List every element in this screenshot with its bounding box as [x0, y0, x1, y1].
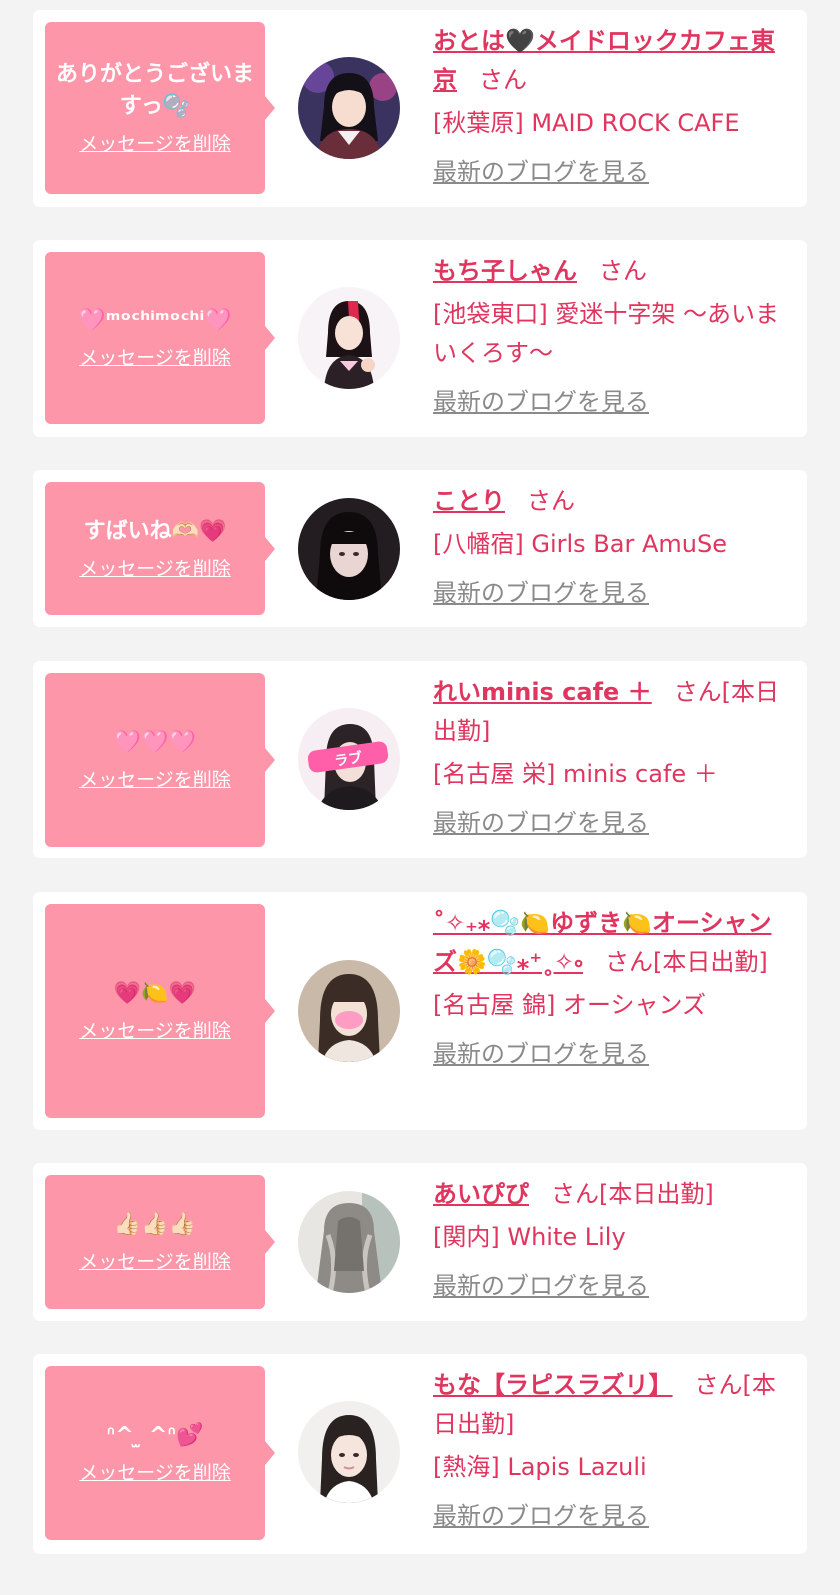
delete-message-link[interactable]: メッセージを削除	[79, 767, 231, 793]
avatar-photo-6	[298, 1191, 400, 1293]
avatar[interactable]	[298, 57, 400, 159]
latest-blog-link[interactable]: 最新のブログを見る	[433, 1035, 785, 1074]
cast-name-link[interactable]: もち子しゃん	[433, 257, 577, 285]
cast-name-line: ˚✧₊⁎🫧🍋ゆずき🍋オーシャンズ🌼🫧⁎⁺˳✧༚ さん[本日出勤]	[433, 904, 785, 982]
shop-info: [八幡宿] Girls Bar AmuSe	[433, 530, 727, 558]
message-text: 🩷ᵐᵒᶜʰⁱᵐᵒᶜʰⁱ🩷	[78, 308, 232, 333]
cast-name-link[interactable]: ことり	[433, 487, 505, 515]
cast-info: ことり さん [八幡宿] Girls Bar AmuSe 最新のブログを見る	[433, 482, 785, 613]
honorific: さん	[527, 487, 575, 515]
message-card: ありがとうございますっ🫧 メッセージを削除 おとは🖤メイドロックカフェ東京 さん …	[33, 10, 807, 207]
cast-name-line: もち子しゃん さん	[433, 252, 785, 291]
message-bubble: すばいね🫶🏻💗 メッセージを削除	[45, 482, 275, 615]
cast-name-link[interactable]: れいminis cafe ＋	[433, 678, 652, 706]
message-card: 👍🏻👍🏻👍🏻 メッセージを削除 あいぴぴ さん[本日出勤] [関内] White …	[33, 1163, 807, 1321]
latest-blog-link[interactable]: 最新のブログを見る	[433, 1497, 785, 1536]
delete-message-link[interactable]: メッセージを削除	[79, 1249, 231, 1275]
honorific: さん	[479, 66, 527, 94]
message-bubble: 💗🍋💗 メッセージを削除	[45, 904, 275, 1118]
message-text: ᐢ^ ̫ ^ᐢ💕	[106, 1423, 204, 1448]
avatar-photo-4: ラブ	[298, 708, 400, 810]
cast-info: あいぴぴ さん[本日出勤] [関内] White Lily 最新のブログを見る	[433, 1175, 785, 1306]
message-text: 💗🍋💗	[113, 981, 197, 1006]
shop-info: [名古屋 栄] minis cafe ＋	[433, 760, 718, 788]
avatar[interactable]: ラブ	[298, 708, 400, 810]
cast-name-line: あいぴぴ さん[本日出勤]	[433, 1175, 785, 1214]
latest-blog-link[interactable]: 最新のブログを見る	[433, 574, 785, 613]
message-text: すばいね🫶🏻💗	[83, 518, 227, 544]
cast-info: おとは🖤メイドロックカフェ東京 さん [秋葉原] MAID ROCK CAFE 最…	[433, 22, 785, 192]
shop-info: [名古屋 錦] オーシャンズ	[433, 991, 707, 1019]
shop-info: [池袋東口] 愛迷十字架 〜あいまいくろす〜	[433, 300, 779, 367]
delete-message-link[interactable]: メッセージを削除	[79, 345, 231, 371]
latest-blog-link[interactable]: 最新のブログを見る	[433, 804, 785, 843]
delete-message-link[interactable]: メッセージを削除	[79, 556, 231, 582]
message-bubble: 🩷ᵐᵒᶜʰⁱᵐᵒᶜʰⁱ🩷 メッセージを削除	[45, 252, 275, 424]
latest-blog-link[interactable]: 最新のブログを見る	[433, 383, 785, 422]
message-text: 🩷🩷🩷	[113, 730, 197, 755]
avatar-photo-7	[298, 1401, 400, 1503]
cast-name-line: れいminis cafe ＋さん[本日出勤]	[433, 673, 785, 751]
avatar-photo-5	[298, 960, 400, 1062]
latest-blog-link[interactable]: 最新のブログを見る	[433, 1267, 785, 1306]
honorific: さん[本日出勤]	[551, 1180, 714, 1208]
shop-info: [秋葉原] MAID ROCK CAFE	[433, 109, 740, 137]
honorific: さん	[599, 257, 647, 285]
message-card: ᐢ^ ̫ ^ᐢ💕 メッセージを削除 もな【ラピスラズリ】 さん[本日出勤] [熱海…	[33, 1354, 807, 1554]
cast-name-line: おとは🖤メイドロックカフェ東京 さん	[433, 22, 785, 100]
honorific: さん[本日出勤]	[604, 948, 768, 976]
cast-info: もち子しゃん さん [池袋東口] 愛迷十字架 〜あいまいくろす〜 最新のブログを見…	[433, 252, 785, 422]
avatar[interactable]	[298, 1191, 400, 1293]
cast-info: ˚✧₊⁎🫧🍋ゆずき🍋オーシャンズ🌼🫧⁎⁺˳✧༚ さん[本日出勤] [名古屋 錦] …	[433, 904, 785, 1074]
message-bubble: 🩷🩷🩷 メッセージを削除	[45, 673, 275, 847]
cast-name-line: もな【ラピスラズリ】 さん[本日出勤]	[433, 1366, 785, 1444]
message-bubble: ありがとうございますっ🫧 メッセージを削除	[45, 22, 275, 194]
message-card: 💗🍋💗 メッセージを削除 ˚✧₊⁎🫧🍋ゆずき🍋オーシャンズ🌼🫧⁎⁺˳✧༚ さん[本…	[33, 892, 807, 1130]
cast-name-link[interactable]: あいぴぴ	[433, 1180, 529, 1208]
avatar[interactable]	[298, 498, 400, 600]
message-bubble: 👍🏻👍🏻👍🏻 メッセージを削除	[45, 1175, 275, 1309]
shop-info: [関内] White Lily	[433, 1223, 626, 1251]
avatar[interactable]	[298, 287, 400, 389]
message-text: ありがとうございますっ🫧	[55, 62, 254, 119]
latest-blog-link[interactable]: 最新のブログを見る	[433, 153, 785, 192]
cast-info: もな【ラピスラズリ】 さん[本日出勤] [熱海] Lapis Lazuli 最新の…	[433, 1366, 785, 1536]
cast-name-link[interactable]: もな【ラピスラズリ】	[433, 1371, 673, 1399]
message-bubble: ᐢ^ ̫ ^ᐢ💕 メッセージを削除	[45, 1366, 275, 1540]
avatar-photo-3	[298, 498, 400, 600]
avatar-photo-1	[298, 57, 400, 159]
avatar[interactable]	[298, 1401, 400, 1503]
message-text: 👍🏻👍🏻👍🏻	[113, 1212, 197, 1237]
avatar[interactable]	[298, 960, 400, 1062]
avatar-photo-2	[298, 287, 400, 389]
delete-message-link[interactable]: メッセージを削除	[79, 1460, 231, 1486]
shop-info: [熱海] Lapis Lazuli	[433, 1453, 647, 1481]
cast-info: れいminis cafe ＋さん[本日出勤] [名古屋 栄] minis caf…	[433, 673, 785, 843]
cast-name-line: ことり さん	[433, 482, 785, 521]
message-card: 🩷ᵐᵒᶜʰⁱᵐᵒᶜʰⁱ🩷 メッセージを削除 もち子しゃん さん [池袋東口] 愛迷…	[33, 240, 807, 437]
message-card: 🩷🩷🩷 メッセージを削除 ラブ れいminis cafe ＋さん[本日出勤] […	[33, 661, 807, 858]
delete-message-link[interactable]: メッセージを削除	[79, 131, 231, 157]
delete-message-link[interactable]: メッセージを削除	[79, 1018, 231, 1044]
message-card: すばいね🫶🏻💗 メッセージを削除 ことり さん [八幡宿] Girls Bar A…	[33, 470, 807, 627]
